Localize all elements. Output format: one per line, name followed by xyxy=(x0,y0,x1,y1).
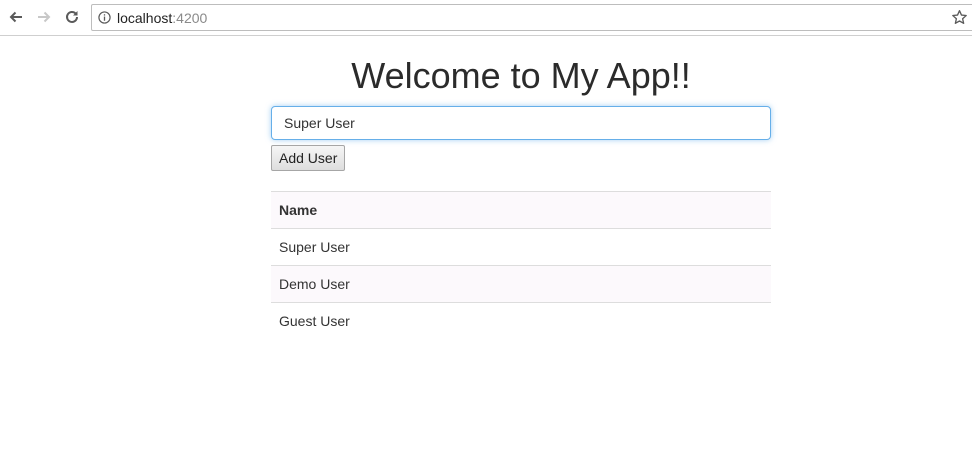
url-text[interactable]: localhost:4200 xyxy=(117,10,207,26)
table-row: Super User xyxy=(271,228,771,266)
table-row: Guest User xyxy=(271,302,771,339)
back-arrow-icon xyxy=(9,11,22,23)
url-host: localhost xyxy=(117,10,173,26)
user-name-cell: Super User xyxy=(271,228,771,266)
table-header-row: Name xyxy=(271,191,771,229)
add-user-button[interactable]: Add User xyxy=(271,145,346,171)
table-row: Demo User xyxy=(271,265,771,303)
browser-toolbar: localhost:4200 xyxy=(0,0,972,36)
name-column-header: Name xyxy=(271,191,771,229)
address-bar[interactable]: localhost:4200 xyxy=(91,4,972,31)
reload-button[interactable] xyxy=(62,7,82,27)
user-name-cell: Demo User xyxy=(271,265,771,303)
user-name-input[interactable] xyxy=(271,106,771,140)
forward-arrow-icon xyxy=(38,11,51,23)
page-title: Welcome to My App!! xyxy=(351,55,691,96)
info-icon[interactable] xyxy=(98,11,111,24)
users-table: Name Super User Demo User Guest User xyxy=(271,191,771,339)
forward-button[interactable] xyxy=(34,7,54,27)
url-port: :4200 xyxy=(172,10,208,26)
reload-icon xyxy=(66,10,78,23)
user-name-cell: Guest User xyxy=(271,302,771,339)
back-button[interactable] xyxy=(6,7,26,27)
star-icon[interactable] xyxy=(951,9,968,26)
